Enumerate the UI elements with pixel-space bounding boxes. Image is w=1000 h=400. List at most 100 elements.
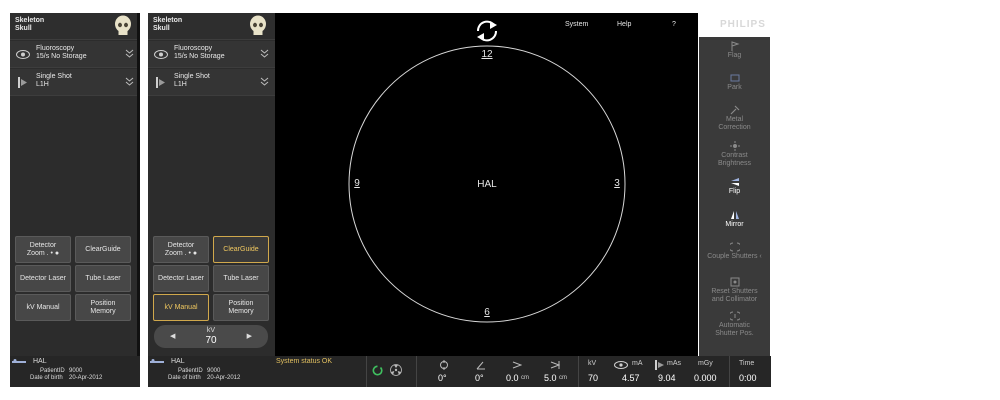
- protocol-line1: Skeleton: [153, 17, 183, 24]
- status-bar: HAL PatientID 9000 Date of birth 20-Apr-…: [148, 356, 771, 387]
- patient-id: 9000: [69, 368, 83, 374]
- clearguide-button[interactable]: ClearGuide: [213, 236, 269, 263]
- detector-zoom-button[interactable]: Detector Zoom . • ●: [15, 236, 71, 263]
- patient-id-label: PatientID: [178, 368, 203, 374]
- left-panel: Skeleton Skull Fluoroscopy 15/s No Stora…: [148, 13, 275, 356]
- mode-line2: 15/s No Storage: [36, 53, 87, 60]
- position-memory-button[interactable]: Position Memory: [213, 294, 269, 321]
- chevron-down-icon[interactable]: [260, 77, 269, 86]
- time-value: 0:00: [739, 373, 757, 383]
- detector-laser-button[interactable]: Detector Laser: [153, 265, 209, 292]
- patient-id-label: PatientID: [40, 368, 65, 374]
- status-bar-secondary: HAL PatientID 9000 Date of birth 20-Apr-…: [10, 356, 140, 387]
- angulation-angle-value: 0°: [475, 373, 484, 383]
- patient-id: 9000: [207, 368, 221, 374]
- automatic-shutter-icon: [729, 311, 740, 321]
- protocol-row[interactable]: Skeleton Skull: [148, 13, 275, 40]
- mode-line2: 15/s No Storage: [174, 53, 225, 60]
- flip-icon: [730, 178, 739, 186]
- mirror-button[interactable]: Mirror: [699, 210, 770, 229]
- tube-laser-button[interactable]: Tube Laser: [75, 265, 131, 292]
- menu-question[interactable]: ?: [672, 21, 676, 28]
- panel-divider: [137, 13, 140, 356]
- fluoroscopy-mode-row[interactable]: Fluoroscopy 15/s No Storage: [10, 41, 140, 68]
- patient-name: HAL: [171, 358, 185, 365]
- kv-increase-button[interactable]: ▶: [247, 332, 252, 340]
- dial-label-top: 12: [481, 49, 493, 60]
- metal-correction-button[interactable]: Metal Correction: [699, 105, 770, 132]
- eye-icon: [16, 50, 30, 59]
- mirror-icon: [730, 211, 739, 219]
- detector-laser-button[interactable]: Detector Laser: [15, 265, 71, 292]
- menu-help[interactable]: Help: [617, 21, 631, 28]
- park-button[interactable]: Park: [699, 73, 770, 92]
- mode-line1: Fluoroscopy: [36, 45, 75, 52]
- protocol-line2: Skull: [15, 25, 32, 32]
- kv-manual-button[interactable]: kV Manual: [153, 294, 209, 321]
- dob-label: Date of birth: [168, 375, 201, 381]
- flag-icon: [731, 41, 740, 51]
- flip-button[interactable]: Flip: [699, 177, 770, 196]
- ma-value: 4.57: [622, 373, 640, 383]
- rotation-angle-icon: [440, 360, 448, 370]
- center-label: HAL: [477, 179, 497, 190]
- menu-system[interactable]: System: [565, 21, 588, 28]
- acquisition-row[interactable]: Single Shot L1H: [10, 69, 140, 96]
- position-memory-button[interactable]: Position Memory: [75, 294, 131, 321]
- rotation-angle-value: 0°: [438, 373, 447, 383]
- orientation-dial: 12 3 6 9 HAL: [348, 45, 626, 323]
- left-panel-secondary: Skeleton Skull Fluoroscopy 15/s No Stora…: [10, 13, 140, 356]
- detector-zoom-button[interactable]: Detector Zoom . • ●: [153, 236, 209, 263]
- chevron-down-icon[interactable]: [125, 49, 134, 58]
- mas-value: 9.04: [658, 373, 676, 383]
- kv-stepper[interactable]: ◀ kV 70 ▶: [154, 325, 268, 348]
- patient-table-icon: [150, 359, 164, 363]
- ready-icon: [372, 365, 383, 376]
- protocol-line1: Skeleton: [15, 17, 45, 24]
- tube-laser-button[interactable]: Tube Laser: [213, 265, 269, 292]
- automatic-shutter-button[interactable]: Automatic Shutter Pos.: [699, 311, 770, 338]
- chevron-down-icon[interactable]: [125, 77, 134, 86]
- dial-label-right: 3: [614, 178, 620, 189]
- dob-value: 20-Apr-2012: [69, 375, 103, 381]
- dob-label: Date of birth: [30, 375, 63, 381]
- acquisition-row[interactable]: Single Shot L1H: [148, 69, 275, 96]
- patient-table-icon: [12, 359, 26, 363]
- acq-line1: Single Shot: [36, 73, 72, 80]
- contrast-icon: [729, 141, 740, 151]
- mas-label: mAs: [667, 360, 681, 367]
- patient-name: HAL: [33, 358, 47, 365]
- kv-status-label: kV: [588, 360, 597, 367]
- kv-manual-button[interactable]: kV Manual: [15, 294, 71, 321]
- eye-icon: [614, 361, 628, 369]
- fluoroscopy-mode-row[interactable]: Fluoroscopy 15/s No Storage: [148, 41, 275, 68]
- source-distance-icon: [512, 361, 522, 369]
- acq-line1: Single Shot: [174, 73, 210, 80]
- single-shot-icon: [156, 77, 165, 88]
- protocol-line2: Skull: [153, 25, 170, 32]
- dial-label-left: 9: [354, 178, 360, 189]
- dob-value: 20-Apr-2012: [207, 375, 241, 381]
- clearguide-button[interactable]: ClearGuide: [75, 236, 131, 263]
- image-tools-panel: Flag Park Metal Correction Contrast Brig…: [699, 37, 770, 356]
- couple-shutters-button[interactable]: Couple Shutters ‹: [699, 242, 770, 261]
- kv-status-value: 70: [588, 373, 599, 383]
- flag-button[interactable]: Flag: [699, 41, 770, 60]
- chevron-down-icon[interactable]: [260, 49, 269, 58]
- detector-distance-icon: [550, 361, 560, 369]
- skull-icon: [115, 15, 131, 35]
- mode-line1: Fluoroscopy: [174, 45, 213, 52]
- mgy-value: 0.000: [694, 373, 717, 383]
- rotate-icon[interactable]: [473, 18, 501, 44]
- protocol-row[interactable]: Skeleton Skull: [10, 13, 140, 40]
- reset-shutters-icon: [730, 277, 739, 287]
- metal-correction-icon: [730, 105, 739, 115]
- system-status: System status OK: [276, 358, 333, 365]
- mgy-label: mGy: [698, 360, 713, 367]
- time-label: Time: [739, 360, 755, 367]
- acq-line2: L1H: [174, 81, 187, 88]
- distance-1-value: 0.0: [506, 373, 519, 383]
- reset-shutters-button[interactable]: Reset Shutters and Collimator: [699, 277, 770, 304]
- image-viewer[interactable]: 12 3 6 9 HAL: [275, 13, 698, 356]
- contrast-brightness-button[interactable]: Contrast Brightness: [699, 141, 770, 168]
